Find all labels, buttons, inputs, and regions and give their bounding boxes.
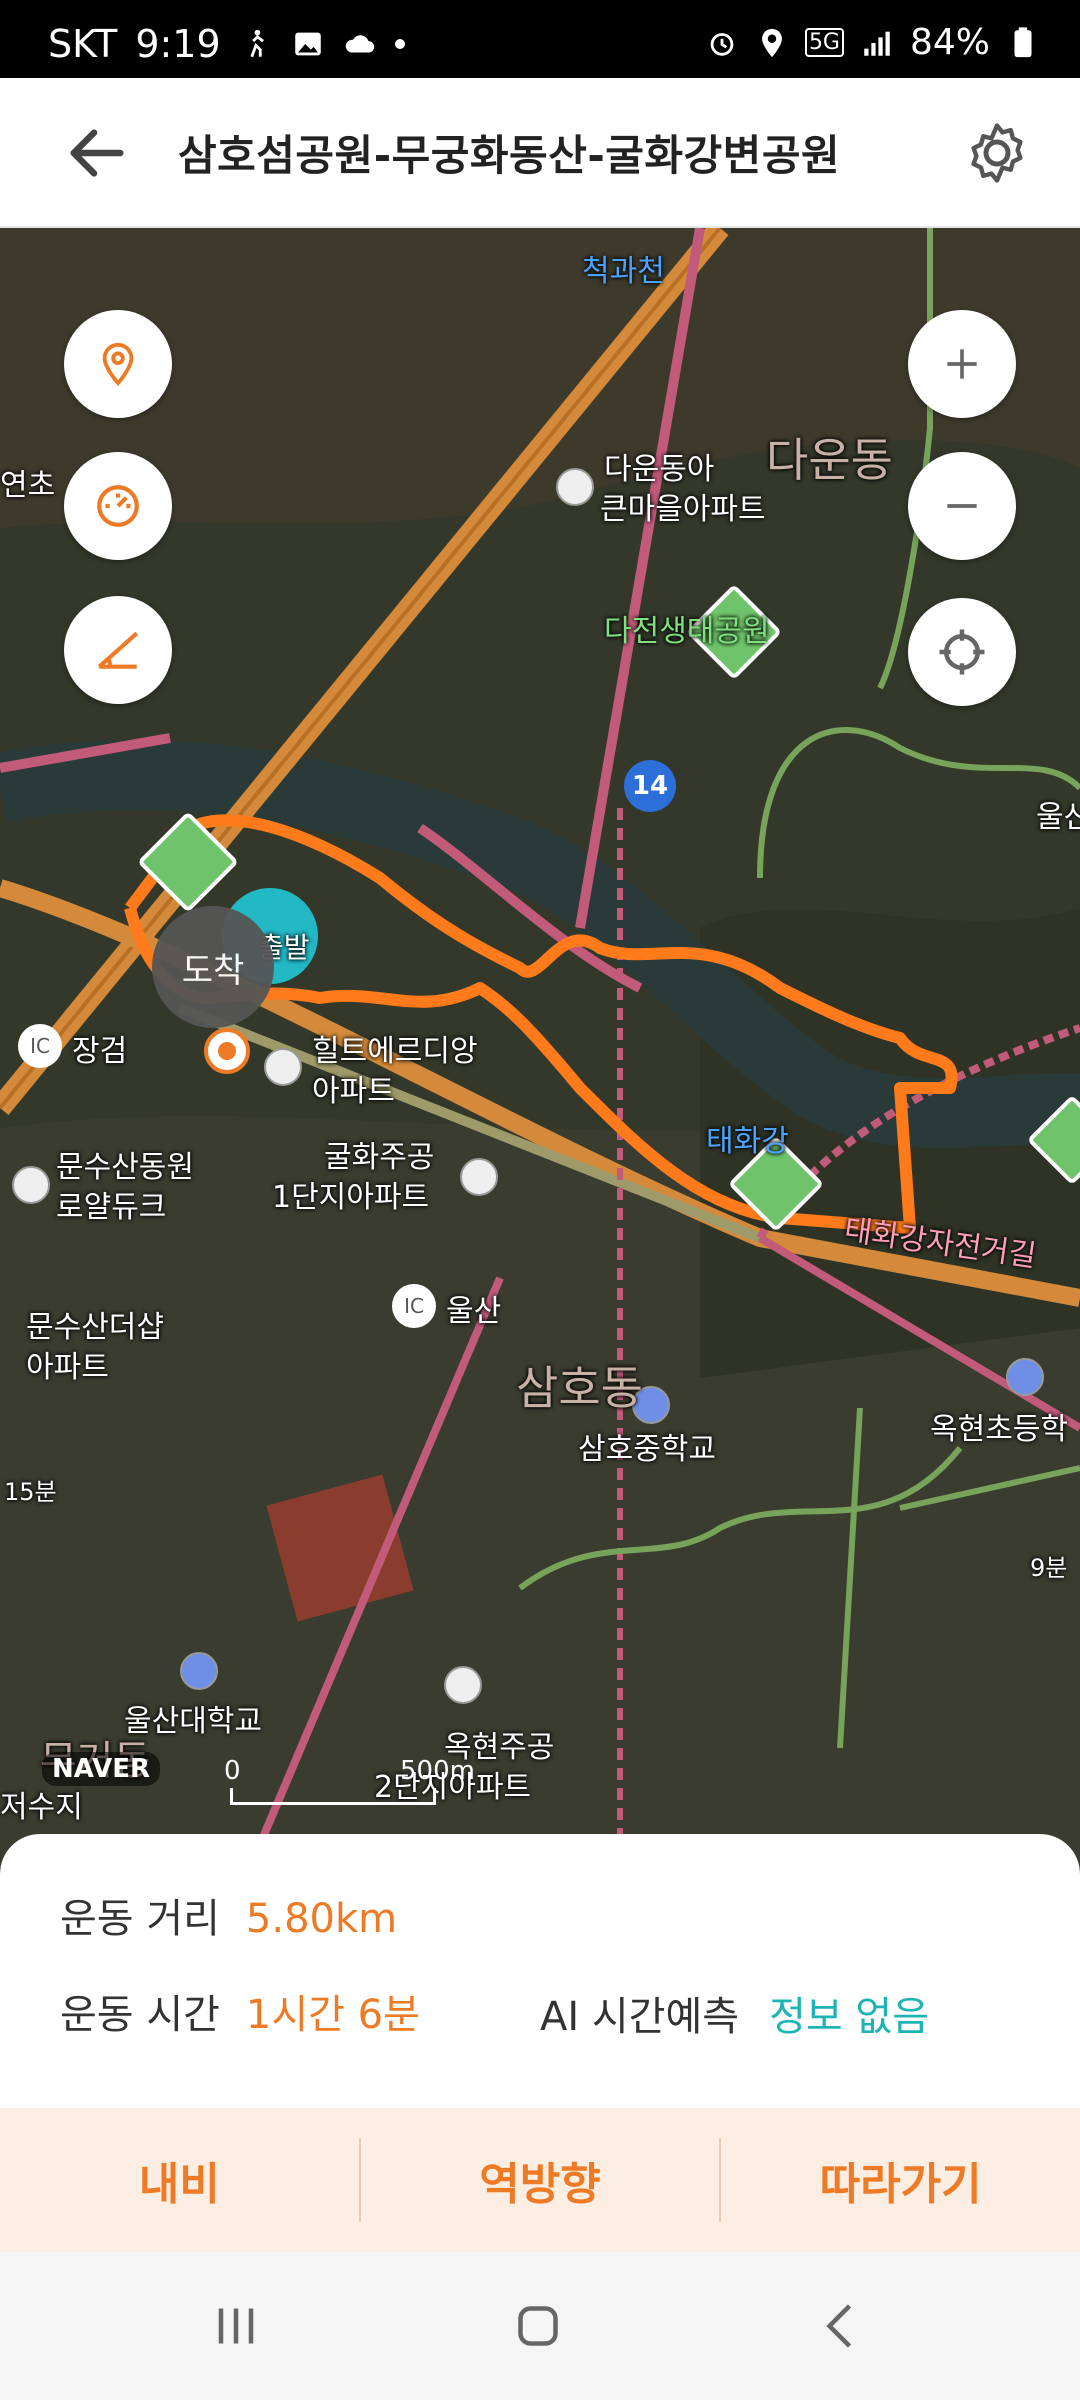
cloud-icon	[345, 35, 374, 53]
map-label: 1단지아파트	[272, 1180, 430, 1215]
apartment-poi-icon	[444, 1666, 482, 1704]
end-marker[interactable]: 도착	[152, 906, 274, 1028]
home-icon[interactable]	[508, 2296, 568, 2356]
map-label: 9분	[1030, 1554, 1068, 1582]
ai-value: 정보 없음	[769, 1994, 929, 2040]
image-icon	[294, 32, 321, 56]
apartment-poi-icon	[264, 1048, 302, 1086]
recent-apps-icon[interactable]	[206, 2296, 266, 2356]
carrier-label: SKT	[48, 22, 118, 66]
map-label: 저수지	[0, 1790, 83, 1825]
reverse-button[interactable]: 역방향	[361, 2108, 720, 2252]
map-label: 울산	[1036, 800, 1080, 835]
my-location-pin-button[interactable]	[64, 310, 172, 418]
map-label: 다운동아	[604, 452, 715, 487]
map-view[interactable]: 출발 도착 14 IC IC 척과천 다운동아 큰마을아파트 다운동 다전생태공…	[0, 228, 1080, 1868]
time-label: 9:19	[135, 22, 221, 66]
map-label: 힐트에르디앙	[312, 1034, 478, 1069]
system-nav-bar	[0, 2252, 1080, 2400]
map-label: 굴화주공	[324, 1140, 435, 1175]
back-icon[interactable]	[812, 2296, 872, 2356]
apartment-poi-icon	[460, 1158, 498, 1196]
distance-row: 운동 거리 5.80km	[60, 1886, 397, 1944]
time-value: 1시간 6분	[245, 1992, 420, 2038]
location-icon	[762, 28, 782, 57]
alarm-icon	[710, 32, 734, 56]
arrow-left-icon[interactable]	[62, 118, 132, 188]
map-label: 문수산동원	[56, 1150, 194, 1185]
map-label: 로얄듀크	[56, 1190, 167, 1225]
ai-prediction-row: AI 시간예측 정보 없음	[540, 1984, 929, 2042]
speedometer-icon	[97, 485, 139, 527]
map-label: 문수산더샵	[26, 1310, 164, 1345]
map-label: 아파트	[312, 1074, 395, 1109]
navi-button[interactable]: 내비	[0, 2108, 359, 2252]
minus-icon	[947, 504, 977, 508]
battery-label: 84%	[909, 22, 990, 63]
dot-icon	[394, 39, 405, 49]
map-label: 태화강	[706, 1124, 789, 1159]
ic-badge: IC	[18, 1024, 62, 1068]
apartment-poi-icon	[12, 1166, 50, 1204]
battery-icon	[1014, 26, 1032, 57]
current-location-dot	[204, 1028, 250, 1074]
map-label: 척과천	[582, 254, 665, 289]
zoom-in-button[interactable]	[908, 310, 1016, 418]
naver-logo: NAVER	[42, 1752, 161, 1786]
map-label: 큰마을아파트	[600, 492, 766, 527]
school-poi-icon	[180, 1652, 218, 1690]
school-poi-icon	[1006, 1358, 1044, 1396]
recenter-button[interactable]	[908, 598, 1016, 706]
route-number-badge: 14	[624, 760, 676, 812]
map-label: 다운동	[766, 433, 893, 487]
slope-icon	[97, 631, 139, 669]
speed-button[interactable]	[64, 452, 172, 560]
crosshair-icon	[939, 629, 985, 675]
map-label: 연초	[0, 468, 56, 503]
walk-icon	[250, 29, 264, 58]
app-header: 삼호섬공원-무궁화동산-굴화강변공원	[0, 78, 1080, 228]
map-scale-label: 500m	[400, 1756, 475, 1786]
ai-label: AI 시간예측	[540, 1994, 740, 2040]
apartment-poi-icon	[556, 468, 594, 506]
map-label: 다전생태공원	[604, 614, 770, 649]
distance-label: 운동 거리	[60, 1896, 220, 1942]
time-label: 운동 시간	[60, 1992, 220, 2038]
page-title: 삼호섬공원-무궁화동산-굴화강변공원	[178, 131, 841, 180]
plus-icon	[947, 349, 977, 379]
network-label: 5G	[804, 28, 844, 57]
ic-badge: IC	[392, 1284, 436, 1328]
map-label: 울산	[446, 1294, 502, 1329]
map-label: 삼호동	[516, 1361, 643, 1415]
elevation-button[interactable]	[64, 596, 172, 704]
map-label: 장검	[72, 1034, 128, 1069]
status-bar: SKT 9:19 5G 84%	[0, 0, 1080, 78]
follow-button[interactable]: 따라가기	[721, 2108, 1080, 2252]
map-pin-icon	[102, 342, 134, 387]
map-scale-bar	[230, 1788, 436, 1805]
map-label: 삼호중학교	[578, 1432, 716, 1467]
distance-value: 5.80km	[245, 1896, 398, 1942]
map-scale-zero: 0	[224, 1756, 241, 1786]
map-label: 옥현초등학	[930, 1412, 1068, 1447]
signal-icon	[864, 31, 890, 56]
map-label: 15분	[4, 1478, 57, 1506]
end-marker-label: 도착	[181, 950, 245, 991]
gear-icon[interactable]	[964, 120, 1030, 186]
map-label: 아파트	[26, 1350, 109, 1385]
action-bar: 내비 역방향 따라가기	[0, 2108, 1080, 2252]
zoom-out-button[interactable]	[908, 452, 1016, 560]
time-row: 운동 시간 1시간 6분	[60, 1982, 420, 2040]
